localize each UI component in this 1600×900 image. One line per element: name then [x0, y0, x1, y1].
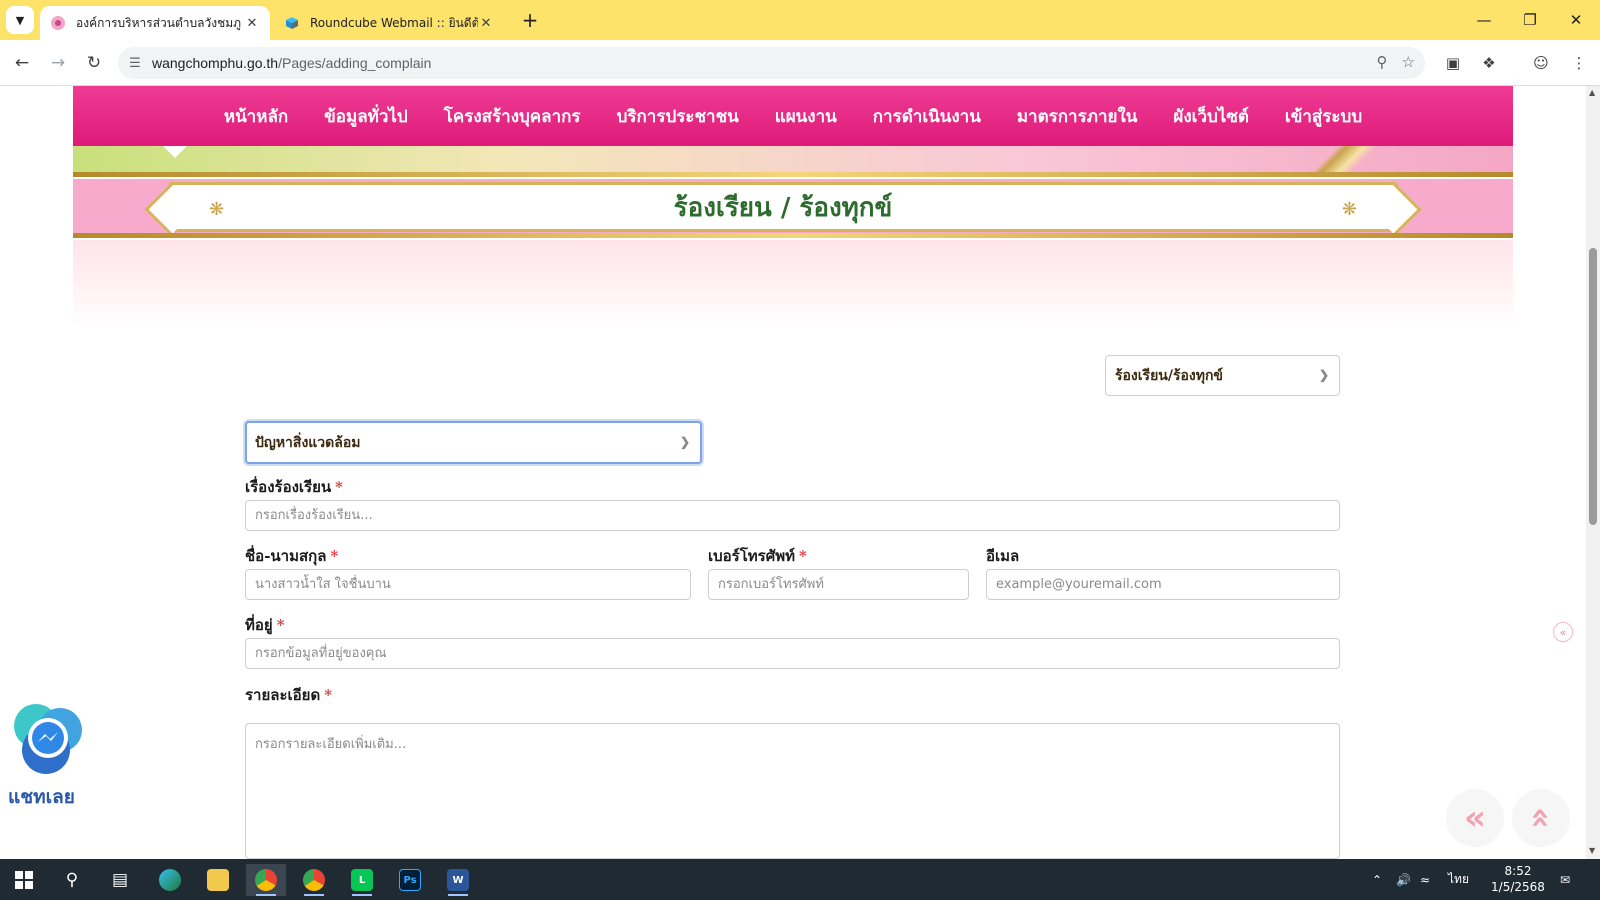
tab-roundcube[interactable]: Roundcube Webmail :: ยินดีต้อนรับ ✕ — [274, 6, 504, 40]
site-favicon-icon — [51, 16, 65, 30]
email-label: อีเมล — [986, 547, 1020, 565]
chrome-icon[interactable] — [294, 864, 334, 896]
arrow-right-icon: → — [50, 53, 66, 73]
pink-gradient-band — [73, 240, 1513, 330]
file-explorer-icon[interactable] — [198, 864, 238, 896]
email-input[interactable] — [986, 569, 1340, 600]
chat-label: แชทเลย — [8, 786, 75, 808]
messenger-icon — [14, 704, 82, 774]
arrow-left-icon: ← — [14, 53, 30, 73]
double-chevron-up-icon: « — [1521, 807, 1561, 829]
complaint-type-select[interactable]: ร้องเรียน/ร้องทุกข์ ❯ — [1105, 355, 1340, 396]
name-label: ชื่อ-นามสกุล * — [245, 547, 339, 565]
page-title: ร้องเรียน / ร้องทุกข์ — [673, 192, 893, 223]
close-icon[interactable]: ✕ — [478, 16, 494, 31]
new-tab-button[interactable]: + — [518, 8, 542, 32]
side-collapse-icon[interactable]: « — [1553, 622, 1573, 642]
chrome-active-icon[interactable] — [246, 864, 286, 896]
nav-item-plans[interactable]: แผนงาน — [757, 103, 855, 130]
ornament-icon: ❋ — [1341, 199, 1357, 220]
zoom-icon[interactable]: ⚲ — [1377, 53, 1388, 71]
main-nav: หน้าหลัก ข้อมูลทั่วไป โครงสร้างบุคลากร บ… — [73, 86, 1513, 146]
windows-taskbar: ⚲ ▤ L Ps W ⌃ 🔊 ≈ ไทย 8:52 1/5/2568 ✉ — [0, 859, 1600, 900]
profile-icon[interactable]: ☺ — [1530, 52, 1552, 74]
ornament-icon: ❋ — [209, 199, 225, 220]
tab-search-button[interactable]: ▼ — [6, 6, 34, 34]
nav-item-home[interactable]: หน้าหลัก — [206, 103, 306, 130]
phone-label: เบอร์โทรศัพท์ * — [708, 547, 807, 565]
site-info-icon[interactable]: ☰ — [118, 56, 152, 71]
window-close-button[interactable]: ✕ — [1556, 8, 1596, 32]
title-plate: ❋ ร้องเรียน / ร้องทุกข์ ❋ — [168, 182, 1398, 232]
subject-label: เรื่องร้องเรียน * — [245, 478, 343, 496]
back-button[interactable]: ← — [8, 49, 36, 77]
roundcube-favicon-icon — [286, 17, 298, 29]
title-banner: ❋ ร้องเรียน / ร้องทุกข์ ❋ — [73, 179, 1513, 235]
minimize-button[interactable]: — — [1464, 8, 1504, 32]
phone-input[interactable] — [708, 569, 969, 600]
language-indicator[interactable]: ไทย — [1448, 859, 1469, 900]
gold-divider — [73, 233, 1513, 238]
details-textarea[interactable] — [245, 723, 1340, 859]
search-icon[interactable]: ⚲ — [52, 864, 92, 896]
nav-item-sitemap[interactable]: ผังเว็บไซต์ — [1155, 103, 1267, 130]
task-view-icon[interactable]: ▤ — [100, 864, 140, 896]
tab-title: Roundcube Webmail :: ยินดีต้อนรับ — [310, 15, 478, 30]
word-icon[interactable]: W — [438, 864, 478, 896]
restore-button[interactable]: ❐ — [1510, 8, 1550, 32]
subject-input[interactable] — [245, 500, 1340, 531]
nav-item-operations[interactable]: การดำเนินงาน — [855, 103, 999, 130]
nav-item-public-service[interactable]: บริการประชาชน — [599, 103, 757, 130]
gold-divider — [73, 172, 1513, 177]
chevron-down-icon: ❯ — [679, 435, 690, 449]
scroll-up-icon[interactable]: ▲ — [1589, 88, 1595, 97]
extensions-icon[interactable]: ❖ — [1478, 52, 1500, 74]
back-float-button[interactable]: « — [1446, 789, 1504, 847]
browser-toolbar: ← → ↻ ☰ wangchomphu.go.th/Pages/adding_c… — [0, 40, 1600, 86]
complaint-category-select[interactable]: ปัญหาสิ่งแวดล้อม ❯ — [245, 421, 702, 464]
messenger-chat-widget[interactable]: แชทเลย — [6, 700, 96, 810]
bookmark-star-icon[interactable]: ☆ — [1402, 53, 1415, 71]
nav-item-login[interactable]: เข้าสู่ระบบ — [1267, 103, 1380, 130]
volume-icon[interactable]: 🔊 — [1396, 859, 1411, 900]
address-input[interactable] — [245, 638, 1340, 669]
photoshop-icon[interactable]: Ps — [390, 864, 430, 896]
forward-button[interactable]: → — [44, 49, 72, 77]
notification-icon[interactable]: ✉ — [1560, 859, 1570, 900]
chevron-down-icon: ▼ — [15, 13, 25, 27]
network-icon[interactable]: ≈ — [1420, 859, 1430, 900]
clock[interactable]: 8:52 1/5/2568 — [1488, 863, 1548, 895]
address-bar[interactable]: ☰ wangchomphu.go.th/Pages/adding_complai… — [118, 47, 1425, 79]
page-viewport: หน้าหลัก ข้อมูลทั่วไป โครงสร้างบุคลากร บ… — [0, 86, 1586, 859]
url-text: wangchomphu.go.th/Pages/adding_complain — [152, 55, 432, 71]
chevron-down-icon: ❯ — [1318, 368, 1329, 382]
scroll-down-icon[interactable]: ▼ — [1589, 846, 1595, 855]
tab-search-icon[interactable]: ▣ — [1442, 52, 1464, 74]
windows-start-icon[interactable] — [4, 864, 44, 896]
tab-title: องค์การบริหารส่วนตำบลวังชมภู — [76, 15, 242, 30]
tab-wangchomphu[interactable]: องค์การบริหารส่วนตำบลวังชมภู ✕ — [40, 6, 270, 40]
reload-icon: ↻ — [86, 53, 102, 73]
scroll-top-button[interactable]: « — [1512, 789, 1570, 847]
nav-item-personnel[interactable]: โครงสร้างบุคลากร — [426, 103, 599, 130]
page-scrollbar[interactable]: ▲ ▼ — [1586, 86, 1600, 859]
double-chevron-left-icon: « — [1464, 798, 1486, 838]
nav-item-internal-measures[interactable]: มาตรการภายใน — [999, 103, 1156, 130]
name-input[interactable] — [245, 569, 691, 600]
nav-item-general-info[interactable]: ข้อมูลทั่วไป — [306, 103, 426, 130]
browser-tab-strip: ▼ องค์การบริหารส่วนตำบลวังชมภู ✕ Roundcu… — [0, 0, 1600, 40]
reload-button[interactable]: ↻ — [80, 49, 108, 77]
details-label: รายละเอียด * — [245, 686, 333, 704]
tray-overflow-icon[interactable]: ⌃ — [1372, 859, 1382, 900]
address-label: ที่อยู่ * — [245, 616, 285, 634]
menu-kebab-icon[interactable]: ⋮ — [1568, 52, 1590, 74]
scroll-thumb[interactable] — [1589, 248, 1597, 525]
line-app-icon[interactable]: L — [342, 864, 382, 896]
edge-icon[interactable] — [150, 864, 190, 896]
close-icon[interactable]: ✕ — [244, 16, 260, 31]
decorative-strip — [73, 146, 1513, 172]
